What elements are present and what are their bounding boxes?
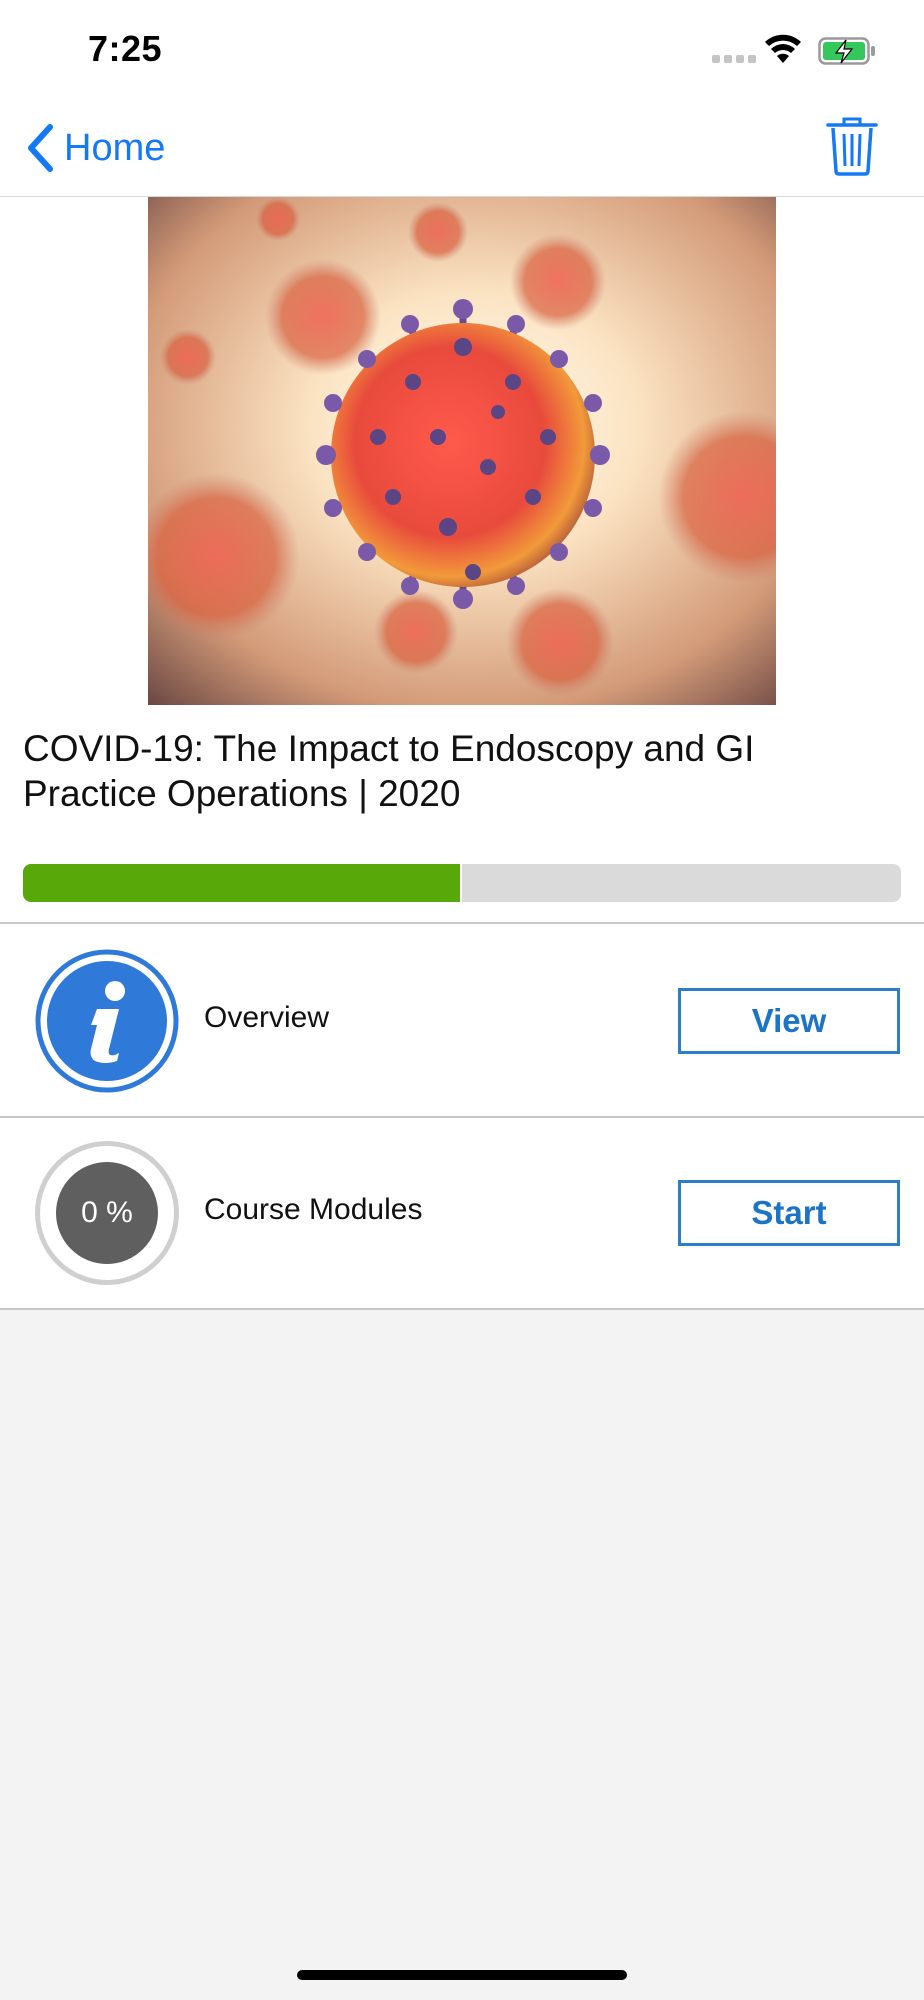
overview-row: Overview View [0,926,924,1118]
view-button[interactable]: View [678,988,900,1054]
status-time: 7:25 [88,28,163,69]
section-divider [0,922,924,924]
back-button-label: Home [64,126,166,169]
course-modules-row: 0 % Course Modules Start [0,1118,924,1310]
info-icon [35,949,179,1093]
modules-progress-ring: 0 % [35,1141,179,1285]
overview-label: Overview [204,1001,330,1034]
back-button[interactable]: Home [26,120,165,176]
start-button[interactable]: Start [678,1180,900,1246]
course-modules-label: Course Modules [204,1193,423,1226]
trash-icon[interactable] [826,116,878,176]
signal-dots-icon [712,55,756,63]
course-title: COVID-19: The Impact to Endoscopy and GI… [23,728,755,814]
chevron-left-icon [28,124,53,172]
home-indicator [297,1970,627,1980]
battery-charging-icon [818,37,875,65]
course-progress-bar [23,864,901,902]
course-progress-fill [23,864,462,902]
course-image [148,197,776,705]
wifi-icon [765,34,801,63]
course-header-panel: 7:25 Home COVID-19: The Impact to Endosc… [0,0,924,930]
modules-percent: 0 % [56,1162,158,1264]
